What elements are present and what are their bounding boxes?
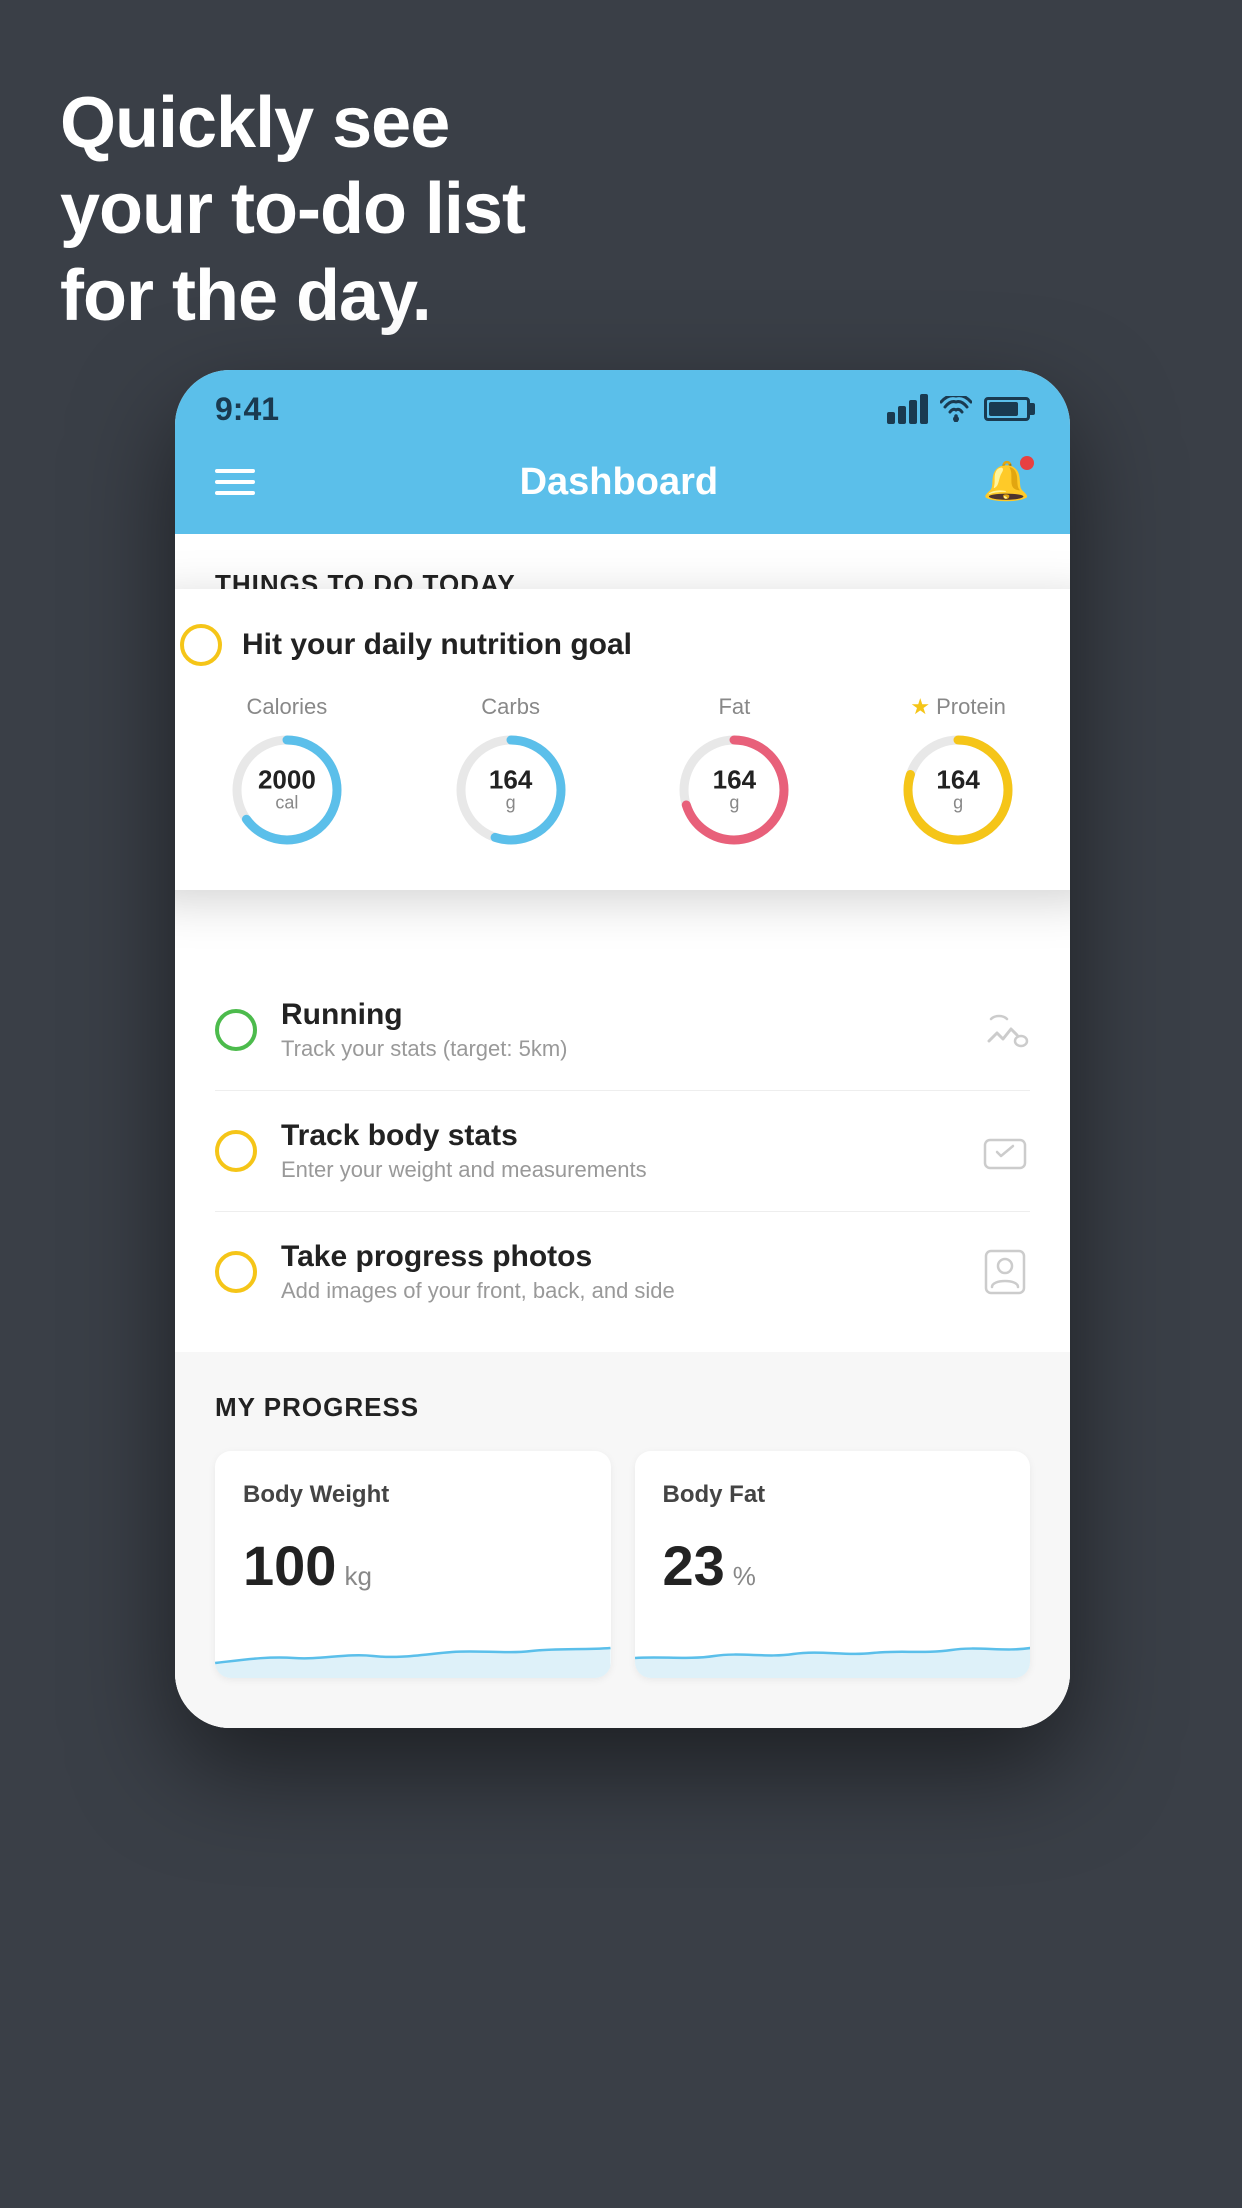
nutrition-check-circle[interactable] [180, 624, 222, 666]
progress-cards: Body Weight 100 kg Body Fat [215, 1451, 1030, 1678]
photos-title: Take progress photos [281, 1240, 956, 1274]
running-icon [980, 1005, 1030, 1055]
signal-icon [887, 394, 928, 424]
nutrition-row: Calories 2000 cal [180, 694, 1065, 850]
todo-photos[interactable]: Take progress photos Add images of your … [215, 1212, 1030, 1332]
calories-unit: cal [258, 793, 316, 814]
todo-list: Running Track your stats (target: 5km) T… [175, 970, 1070, 1332]
notification-dot [1020, 456, 1034, 470]
body-fat-wave [635, 1618, 1031, 1678]
protein-label: ★ Protein [910, 694, 1005, 720]
status-time: 9:41 [215, 391, 279, 428]
photos-text: Take progress photos Add images of your … [281, 1240, 956, 1304]
body-weight-value-row: 100 kg [243, 1533, 583, 1598]
running-check[interactable] [215, 1009, 257, 1051]
progress-section: MY PROGRESS Body Weight 100 kg [175, 1352, 1070, 1728]
body-weight-card-title: Body Weight [243, 1481, 583, 1509]
body-fat-value-row: 23 % [663, 1533, 1003, 1598]
protein-unit: g [936, 793, 979, 814]
body-fat-card[interactable]: Body Fat 23 % [635, 1451, 1031, 1678]
calories-item: Calories 2000 cal [227, 694, 347, 850]
status-icons [887, 394, 1030, 424]
body-stats-subtitle: Enter your weight and measurements [281, 1157, 956, 1183]
body-weight-value: 100 [243, 1533, 336, 1598]
body-fat-unit: % [733, 1561, 756, 1592]
carbs-label: Carbs [481, 694, 540, 720]
headline: Quickly see your to-do list for the day. [60, 80, 525, 339]
battery-icon [984, 397, 1030, 421]
photos-check[interactable] [215, 1251, 257, 1293]
carbs-circle: 164 g [451, 730, 571, 850]
nutrition-card: Hit your daily nutrition goal Calories [175, 589, 1070, 890]
todo-running[interactable]: Running Track your stats (target: 5km) [215, 970, 1030, 1091]
nutrition-title: Hit your daily nutrition goal [242, 628, 632, 662]
hamburger-menu[interactable] [215, 469, 255, 495]
carbs-value: 164 [489, 767, 532, 793]
body-stats-text: Track body stats Enter your weight and m… [281, 1119, 956, 1183]
content-area: THINGS TO DO TODAY Hit your daily nutrit… [175, 534, 1070, 1728]
header-title: Dashboard [520, 461, 718, 504]
nutrition-header: Hit your daily nutrition goal [180, 624, 1065, 666]
body-stats-check[interactable] [215, 1130, 257, 1172]
fat-circle: 164 g [674, 730, 794, 850]
notification-bell[interactable]: 🔔 [983, 460, 1030, 504]
calories-value: 2000 [258, 767, 316, 793]
protein-item: ★ Protein 164 g [898, 694, 1018, 850]
protein-circle: 164 g [898, 730, 1018, 850]
photos-subtitle: Add images of your front, back, and side [281, 1278, 956, 1304]
running-title: Running [281, 998, 956, 1032]
carbs-unit: g [489, 793, 532, 814]
progress-title: MY PROGRESS [215, 1392, 1030, 1423]
protein-value: 164 [936, 767, 979, 793]
person-icon [980, 1247, 1030, 1297]
status-bar: 9:41 [175, 370, 1070, 440]
fat-item: Fat 164 g [674, 694, 794, 850]
todo-body-stats[interactable]: Track body stats Enter your weight and m… [215, 1091, 1030, 1212]
wifi-icon [940, 396, 972, 422]
calories-circle: 2000 cal [227, 730, 347, 850]
app-header: Dashboard 🔔 [175, 440, 1070, 534]
body-stats-title: Track body stats [281, 1119, 956, 1153]
carbs-item: Carbs 164 g [451, 694, 571, 850]
headline-line3: for the day. [60, 253, 525, 339]
running-subtitle: Track your stats (target: 5km) [281, 1036, 956, 1062]
calories-label: Calories [247, 694, 328, 720]
fat-label: Fat [718, 694, 750, 720]
fat-value: 164 [713, 767, 756, 793]
headline-line1: Quickly see [60, 80, 525, 166]
body-fat-card-title: Body Fat [663, 1481, 1003, 1509]
fat-unit: g [713, 793, 756, 814]
body-weight-wave [215, 1618, 611, 1678]
scale-icon [980, 1126, 1030, 1176]
headline-line2: your to-do list [60, 166, 525, 252]
body-fat-value: 23 [663, 1533, 725, 1598]
body-weight-card[interactable]: Body Weight 100 kg [215, 1451, 611, 1678]
phone-mockup: 9:41 Dashboard 🔔 [175, 370, 1070, 1728]
running-text: Running Track your stats (target: 5km) [281, 998, 956, 1062]
body-weight-unit: kg [344, 1561, 371, 1592]
